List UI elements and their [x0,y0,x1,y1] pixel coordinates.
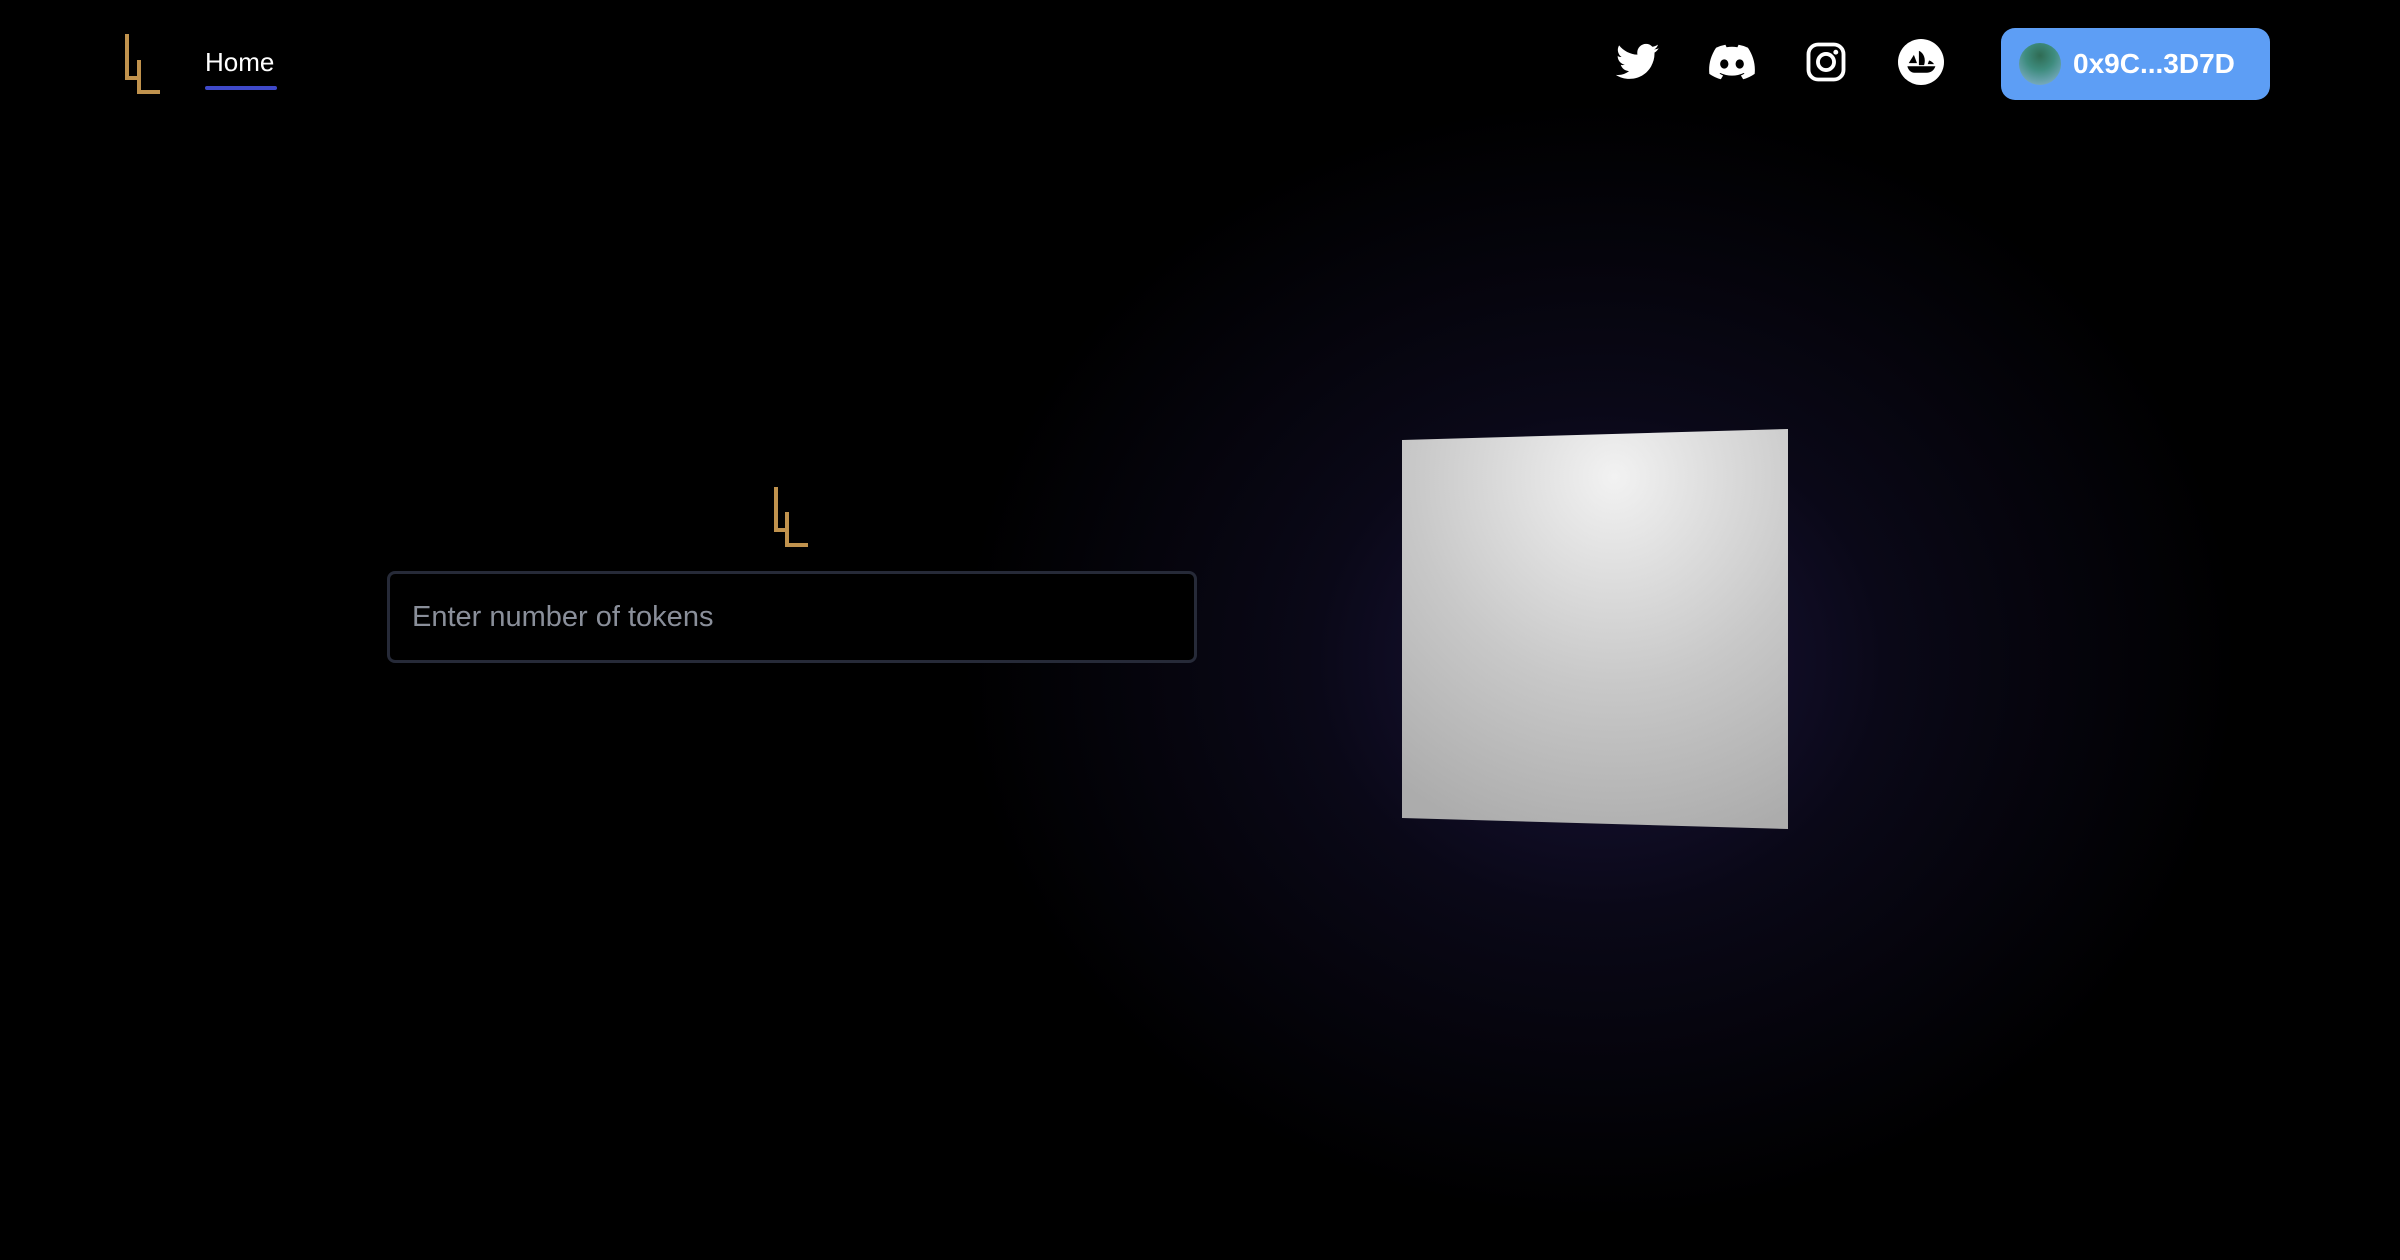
instagram-icon [1806,42,1846,82]
twitter-icon [1616,43,1660,79]
opensea-icon [1898,39,1944,85]
nav-home-link[interactable]: Home [205,44,274,80]
token-quantity-input[interactable] [387,571,1197,663]
wallet-avatar [2019,43,2061,85]
discord-link[interactable] [1708,38,1756,86]
instagram-link[interactable] [1802,38,1850,86]
opensea-link[interactable] [1897,38,1945,86]
nav-active-indicator [205,86,277,90]
brand-logo[interactable] [118,30,164,96]
nft-preview-card[interactable] [1400,428,1790,830]
discord-icon [1709,44,1755,80]
wallet-connect-button[interactable]: 0x9C...3D7D [2001,28,2270,100]
page: Home 0x9C...3D7D [0,0,2400,1260]
twitter-link[interactable] [1614,38,1662,86]
mint-logo [774,487,808,547]
wallet-address: 0x9C...3D7D [2073,48,2235,79]
